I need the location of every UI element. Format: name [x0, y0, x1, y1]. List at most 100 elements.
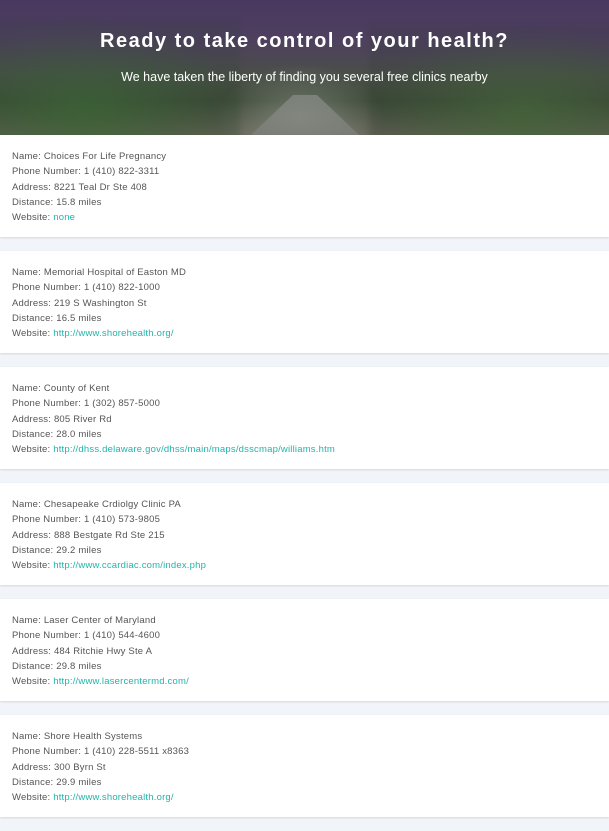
website-label: Website:	[12, 676, 54, 688]
clinic-distance: Distance: 16.5 miles	[12, 311, 597, 326]
name-label: Name:	[12, 151, 44, 162]
website-label: Website:	[12, 328, 54, 340]
phone-value: 1 (302) 857-5000	[83, 398, 161, 410]
website-label: Website:	[12, 444, 54, 456]
website-link[interactable]: http://www.ccardiac.com/index.php	[53, 560, 206, 571]
distance-value: 28.0 miles	[56, 428, 102, 440]
clinic-card: Name: Shore Health Systems Phone Number:…	[0, 715, 609, 817]
clinic-name: Name: Laser Center of Maryland	[12, 613, 597, 628]
phone-label: Phone Number:	[12, 282, 84, 294]
clinic-name: Name: County of Kent	[12, 381, 597, 396]
clinic-card: Name: Choices For Life Pregnancy Phone N…	[0, 135, 609, 237]
name-label: Name:	[12, 499, 44, 510]
clinic-address: Address: 8221 Teal Dr Ste 408	[12, 180, 597, 195]
address-label: Address:	[12, 529, 54, 541]
name-value: Memorial Hospital of Easton MD	[43, 267, 187, 278]
distance-value: 16.5 miles	[56, 312, 102, 324]
name-label: Name:	[12, 731, 44, 742]
phone-value: 1 (410) 544-4600	[83, 630, 161, 642]
address-value: 219 S Washington St	[53, 297, 147, 309]
phone-value: 1 (410) 822-3311	[83, 166, 160, 178]
clinic-address: Address: 300 Byrn St	[12, 760, 597, 775]
clinic-name: Name: Memorial Hospital of Easton MD	[12, 265, 597, 280]
phone-value: 1 (410) 228-5511 x8363	[83, 746, 190, 758]
phone-value: 1 (410) 573-9805	[83, 514, 161, 526]
clinic-address: Address: 888 Bestgate Rd Ste 215	[12, 528, 597, 543]
clinic-phone: Phone Number: 1 (410) 822-1000	[12, 280, 597, 295]
website-link[interactable]: http://www.shorehealth.org/	[53, 792, 174, 803]
distance-label: Distance:	[12, 544, 57, 556]
clinic-name: Name: Shore Health Systems	[12, 729, 597, 744]
clinic-phone: Phone Number: 1 (302) 857-5000	[12, 396, 597, 411]
distance-value: 29.9 miles	[56, 776, 102, 788]
clinic-website: Website: http://www.ccardiac.com/index.p…	[12, 558, 597, 573]
phone-value: 1 (410) 822-1000	[83, 282, 161, 294]
address-label: Address:	[12, 181, 54, 193]
name-value: County of Kent	[43, 383, 110, 394]
clinic-website: Website: http://www.shorehealth.org/	[12, 790, 597, 805]
clinic-phone: Phone Number: 1 (410) 822-3311	[12, 164, 597, 179]
address-label: Address:	[12, 413, 54, 425]
clinic-list: Name: Choices For Life Pregnancy Phone N…	[0, 135, 609, 831]
clinic-card: Name: County of Kent Phone Number: 1 (30…	[0, 367, 609, 469]
distance-label: Distance:	[12, 660, 57, 672]
distance-label: Distance:	[12, 776, 57, 788]
clinic-website: Website: http://www.lasercentermd.com/	[12, 674, 597, 689]
distance-label: Distance:	[12, 312, 57, 324]
hero-title: Ready to take control of your health?	[100, 30, 509, 52]
clinic-card: Name: Laser Center of Maryland Phone Num…	[0, 599, 609, 701]
hero-banner: Ready to take control of your health? We…	[0, 0, 609, 135]
name-value: Shore Health Systems	[43, 731, 143, 742]
name-label: Name:	[12, 267, 44, 278]
website-link[interactable]: none	[53, 212, 75, 223]
clinic-website: Website: http://www.shorehealth.org/	[12, 326, 597, 341]
phone-label: Phone Number:	[12, 398, 84, 410]
clinic-card: Name: Chesapeake Crdiolgy Clinic PA Phon…	[0, 483, 609, 585]
clinic-distance: Distance: 29.9 miles	[12, 775, 597, 790]
hero-overlay	[0, 0, 609, 135]
clinic-card: Name: Memorial Hospital of Easton MD Pho…	[0, 251, 609, 353]
distance-value: 29.2 miles	[56, 544, 102, 556]
address-value: 888 Bestgate Rd Ste 215	[53, 529, 165, 541]
clinic-distance: Distance: 28.0 miles	[12, 427, 597, 442]
clinic-website: Website: none	[12, 210, 597, 225]
clinic-address: Address: 484 Ritchie Hwy Ste A	[12, 644, 597, 659]
address-value: 484 Ritchie Hwy Ste A	[53, 645, 153, 657]
clinic-phone: Phone Number: 1 (410) 228-5511 x8363	[12, 744, 597, 759]
website-label: Website:	[12, 560, 54, 572]
phone-label: Phone Number:	[12, 514, 84, 526]
address-label: Address:	[12, 645, 54, 657]
name-value: Chesapeake Crdiolgy Clinic PA	[43, 499, 181, 510]
website-link[interactable]: http://www.shorehealth.org/	[53, 328, 174, 339]
website-label: Website:	[12, 212, 54, 224]
website-link[interactable]: http://dhss.delaware.gov/dhss/main/maps/…	[53, 444, 335, 455]
clinic-phone: Phone Number: 1 (410) 573-9805	[12, 512, 597, 527]
distance-value: 15.8 miles	[56, 196, 102, 208]
address-value: 8221 Teal Dr Ste 408	[53, 181, 148, 193]
address-value: 300 Byrn St	[53, 761, 106, 773]
clinic-distance: Distance: 15.8 miles	[12, 195, 597, 210]
name-label: Name:	[12, 615, 44, 626]
clinic-distance: Distance: 29.2 miles	[12, 543, 597, 558]
name-value: Laser Center of Maryland	[43, 615, 156, 626]
distance-label: Distance:	[12, 196, 57, 208]
clinic-phone: Phone Number: 1 (410) 544-4600	[12, 628, 597, 643]
website-link[interactable]: http://www.lasercentermd.com/	[53, 676, 189, 687]
clinic-address: Address: 219 S Washington St	[12, 296, 597, 311]
distance-label: Distance:	[12, 428, 57, 440]
distance-value: 29.8 miles	[56, 660, 102, 672]
phone-label: Phone Number:	[12, 166, 84, 178]
clinic-website: Website: http://dhss.delaware.gov/dhss/m…	[12, 442, 597, 457]
address-label: Address:	[12, 761, 54, 773]
hero-subtitle: We have taken the liberty of finding you…	[121, 70, 488, 84]
clinic-name: Name: Choices For Life Pregnancy	[12, 149, 597, 164]
clinic-name: Name: Chesapeake Crdiolgy Clinic PA	[12, 497, 597, 512]
name-label: Name:	[12, 383, 44, 394]
address-value: 805 River Rd	[53, 413, 112, 425]
website-label: Website:	[12, 792, 54, 804]
phone-label: Phone Number:	[12, 630, 84, 642]
clinic-distance: Distance: 29.8 miles	[12, 659, 597, 674]
clinic-address: Address: 805 River Rd	[12, 412, 597, 427]
phone-label: Phone Number:	[12, 746, 84, 758]
address-label: Address:	[12, 297, 54, 309]
